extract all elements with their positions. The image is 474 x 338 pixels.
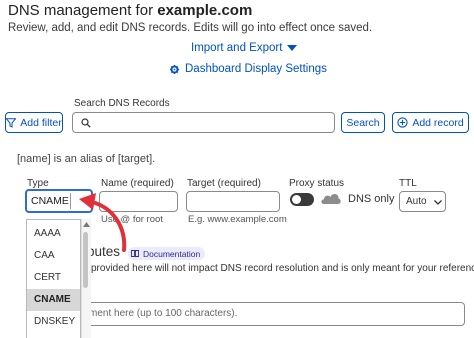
target-hint: E.g. www.example.com bbox=[188, 214, 287, 225]
search-button[interactable]: Search bbox=[341, 112, 385, 133]
scroll-up-arrow-icon[interactable] bbox=[83, 222, 90, 227]
type-option-dnskey[interactable]: DNSKEY bbox=[27, 311, 80, 333]
record-attributes-info: provided here will not impact DNS record… bbox=[91, 263, 474, 274]
search-text-input[interactable] bbox=[95, 115, 330, 130]
ttl-select[interactable]: Auto bbox=[399, 191, 446, 212]
search-label: Search DNS Records bbox=[74, 98, 170, 109]
dashboard-display-settings-link[interactable]: Dashboard Display Settings bbox=[170, 63, 327, 75]
cloud-icon bbox=[321, 193, 341, 204]
type-option-caa[interactable]: CAA bbox=[27, 245, 80, 267]
proxy-status-value: DNS only bbox=[348, 193, 395, 205]
name-label: Name (required) bbox=[101, 178, 174, 189]
target-label: Target (required) bbox=[187, 178, 261, 189]
search-icon bbox=[81, 118, 91, 128]
proxy-status-label: Proxy status bbox=[289, 178, 345, 189]
target-input[interactable] bbox=[186, 191, 280, 212]
ttl-label: TTL bbox=[399, 178, 417, 189]
import-export-link[interactable]: Import and Export bbox=[191, 42, 298, 54]
proxy-toggle[interactable] bbox=[290, 193, 314, 206]
search-input[interactable] bbox=[72, 112, 335, 133]
caret-down-icon bbox=[287, 44, 298, 51]
type-option-cert[interactable]: CERT bbox=[27, 267, 80, 289]
add-filter-button[interactable]: Add filter bbox=[5, 112, 63, 133]
page-title: DNS management for example.com bbox=[8, 2, 253, 19]
proxy-toggle-knob bbox=[292, 195, 301, 204]
page-description: Review, add, and edit DNS records. Edits… bbox=[8, 22, 373, 34]
gear-icon bbox=[170, 64, 179, 74]
add-record-button[interactable]: Add record bbox=[392, 112, 469, 133]
type-option-aaaa[interactable]: AAAA bbox=[27, 223, 80, 245]
documentation-badge[interactable]: Documentation bbox=[128, 247, 206, 260]
chevron-down-icon bbox=[434, 200, 442, 205]
type-option-cname[interactable]: CNAME bbox=[27, 289, 80, 311]
filter-icon bbox=[6, 117, 17, 128]
ttl-select-value: Auto bbox=[406, 196, 427, 207]
alias-note: [name] is an alias of [target]. bbox=[17, 153, 156, 165]
type-label: Type bbox=[27, 178, 49, 189]
type-dropdown-scroll-thumb[interactable] bbox=[83, 232, 88, 288]
plus-circle-icon bbox=[397, 117, 408, 128]
type-dropdown-list: AAAA CAA CERT CNAME DNSKEY bbox=[26, 219, 81, 338]
comment-placeholder: ment here (up to 100 characters). bbox=[89, 308, 238, 319]
type-select-value: CNAME bbox=[31, 195, 69, 207]
book-icon bbox=[131, 250, 139, 257]
comment-input[interactable]: ment here (up to 100 characters). bbox=[83, 302, 465, 326]
